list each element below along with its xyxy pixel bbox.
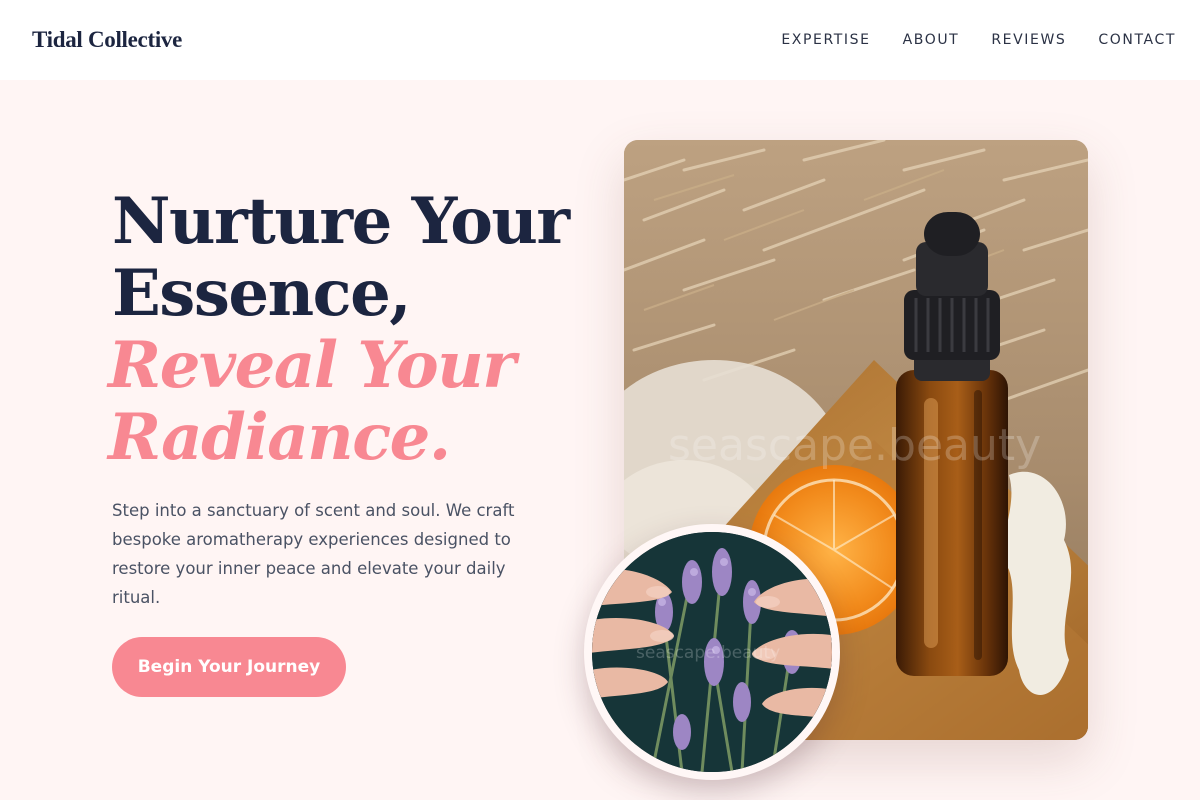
main-image-watermark: seascape.beauty [668, 420, 1041, 471]
begin-journey-button[interactable]: Begin Your Journey [112, 637, 346, 697]
hero-text: Nurture Your Essence, Reveal Your Radian… [108, 184, 582, 612]
headline-accent-line-2: Radiance. [108, 400, 451, 475]
nav-link-about[interactable]: ABOUT [903, 32, 960, 48]
nav-link-contact[interactable]: CONTACT [1098, 32, 1176, 48]
lavender-photo-illustration: seascape.beauty [592, 532, 832, 772]
hero-headline: Nurture Your Essence, Reveal Your Radian… [108, 184, 582, 474]
lavender-circle-image: seascape.beauty [584, 524, 840, 780]
top-navbar: Tidal Collective EXPERTISE ABOUT REVIEWS… [0, 0, 1200, 80]
nav-link-expertise[interactable]: EXPERTISE [781, 32, 870, 48]
hero-description: Step into a sanctuary of scent and soul.… [112, 501, 515, 607]
nav-links: EXPERTISE ABOUT REVIEWS CONTACT [781, 32, 1176, 48]
headline-line-1: Nurture Your [112, 184, 570, 259]
headline-accent-line-1: Reveal Your [108, 328, 516, 403]
nav-link-reviews[interactable]: REVIEWS [991, 32, 1066, 48]
headline-line-2: Essence, [112, 256, 412, 331]
circle-image-watermark: seascape.beauty [636, 643, 780, 663]
brand-logo[interactable]: Tidal Collective [32, 27, 182, 53]
